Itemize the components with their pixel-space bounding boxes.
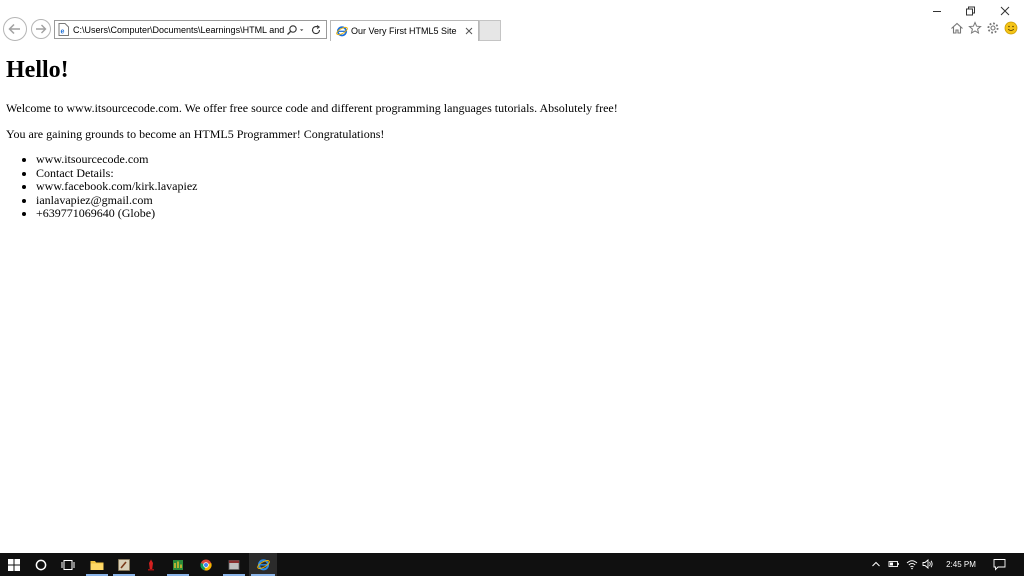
notebook-app-icon [228,559,240,570]
chevron-up-icon[interactable] [870,558,882,570]
svg-text:e: e [61,29,65,36]
start-button[interactable] [0,553,28,576]
list-item: www.facebook.com/kirk.lavapiez [36,179,198,194]
page-heading: Hello! [6,57,69,83]
close-icon[interactable] [464,26,474,36]
volume-icon[interactable] [922,558,934,570]
tab-active[interactable]: Our Very First HTML5 Site [330,20,479,41]
list-item: ianlavapiez@gmail.com [36,193,198,208]
contact-list: www.itsourcecode.com Contact Details: ww… [0,152,198,221]
list-item: www.itsourcecode.com [36,152,198,167]
paint-app-icon [118,558,130,571]
congratulations-paragraph: You are gaining grounds to become an HTM… [6,127,385,141]
chevron-down-icon[interactable] [299,24,307,36]
browser-window: e C:\Users\Computer\Documents\Learnings\… [0,0,1024,553]
red-app-icon [148,559,154,570]
taskbar-clock[interactable]: 2:45 PM [940,553,982,576]
list-item: +639771069640 (Globe) [36,206,198,221]
internet-explorer-button[interactable] [249,553,277,576]
window-close-icon[interactable] [998,4,1012,18]
minimize-icon[interactable] [930,4,944,18]
gear-icon[interactable] [986,21,1000,35]
app-button[interactable] [221,553,247,576]
battery-icon[interactable] [888,558,900,570]
page-content: Hello! Welcome to www.itsourcecode.com. … [0,44,1024,553]
page-icon: e [58,23,69,36]
smiley-feedback-icon[interactable] [1004,21,1018,35]
browser-chrome: e C:\Users\Computer\Documents\Learnings\… [0,0,1024,44]
notification-icon[interactable] [993,558,1006,571]
refresh-icon[interactable] [310,24,322,36]
search-icon[interactable] [286,24,298,36]
forward-button[interactable] [31,19,51,39]
ie-logo-icon [256,559,270,571]
ie-logo-icon [336,26,348,37]
task-view-button[interactable] [54,553,82,576]
folder-icon [90,560,104,570]
address-bar[interactable]: e C:\Users\Computer\Documents\Learnings\… [54,20,327,39]
windows-logo-icon [8,558,20,571]
list-item: Contact Details: [36,166,198,181]
restore-icon[interactable] [963,4,977,18]
home-icon[interactable] [950,21,964,35]
forward-arrow-icon [36,24,47,34]
address-text[interactable]: C:\Users\Computer\Documents\Learnings\HT… [73,25,285,35]
app-button[interactable] [165,553,191,576]
new-tab-button[interactable] [479,20,501,41]
chrome-button[interactable] [193,553,219,576]
back-button[interactable] [3,17,27,41]
task-view-icon [61,559,75,570]
taskbar: 2:45 PM [0,553,1024,576]
wifi-icon[interactable] [906,558,918,570]
tab-title: Our Very First HTML5 Site [351,26,457,36]
app-button[interactable] [111,553,137,576]
cortana-search-button[interactable] [28,553,54,576]
file-explorer-button[interactable] [84,553,110,576]
green-app-icon [173,559,183,570]
welcome-paragraph: Welcome to www.itsourcecode.com. We offe… [6,101,618,115]
app-button[interactable] [138,553,164,576]
star-icon[interactable] [968,21,982,35]
chrome-icon [200,559,212,571]
cortana-icon [35,559,47,570]
back-arrow-icon [8,23,20,35]
